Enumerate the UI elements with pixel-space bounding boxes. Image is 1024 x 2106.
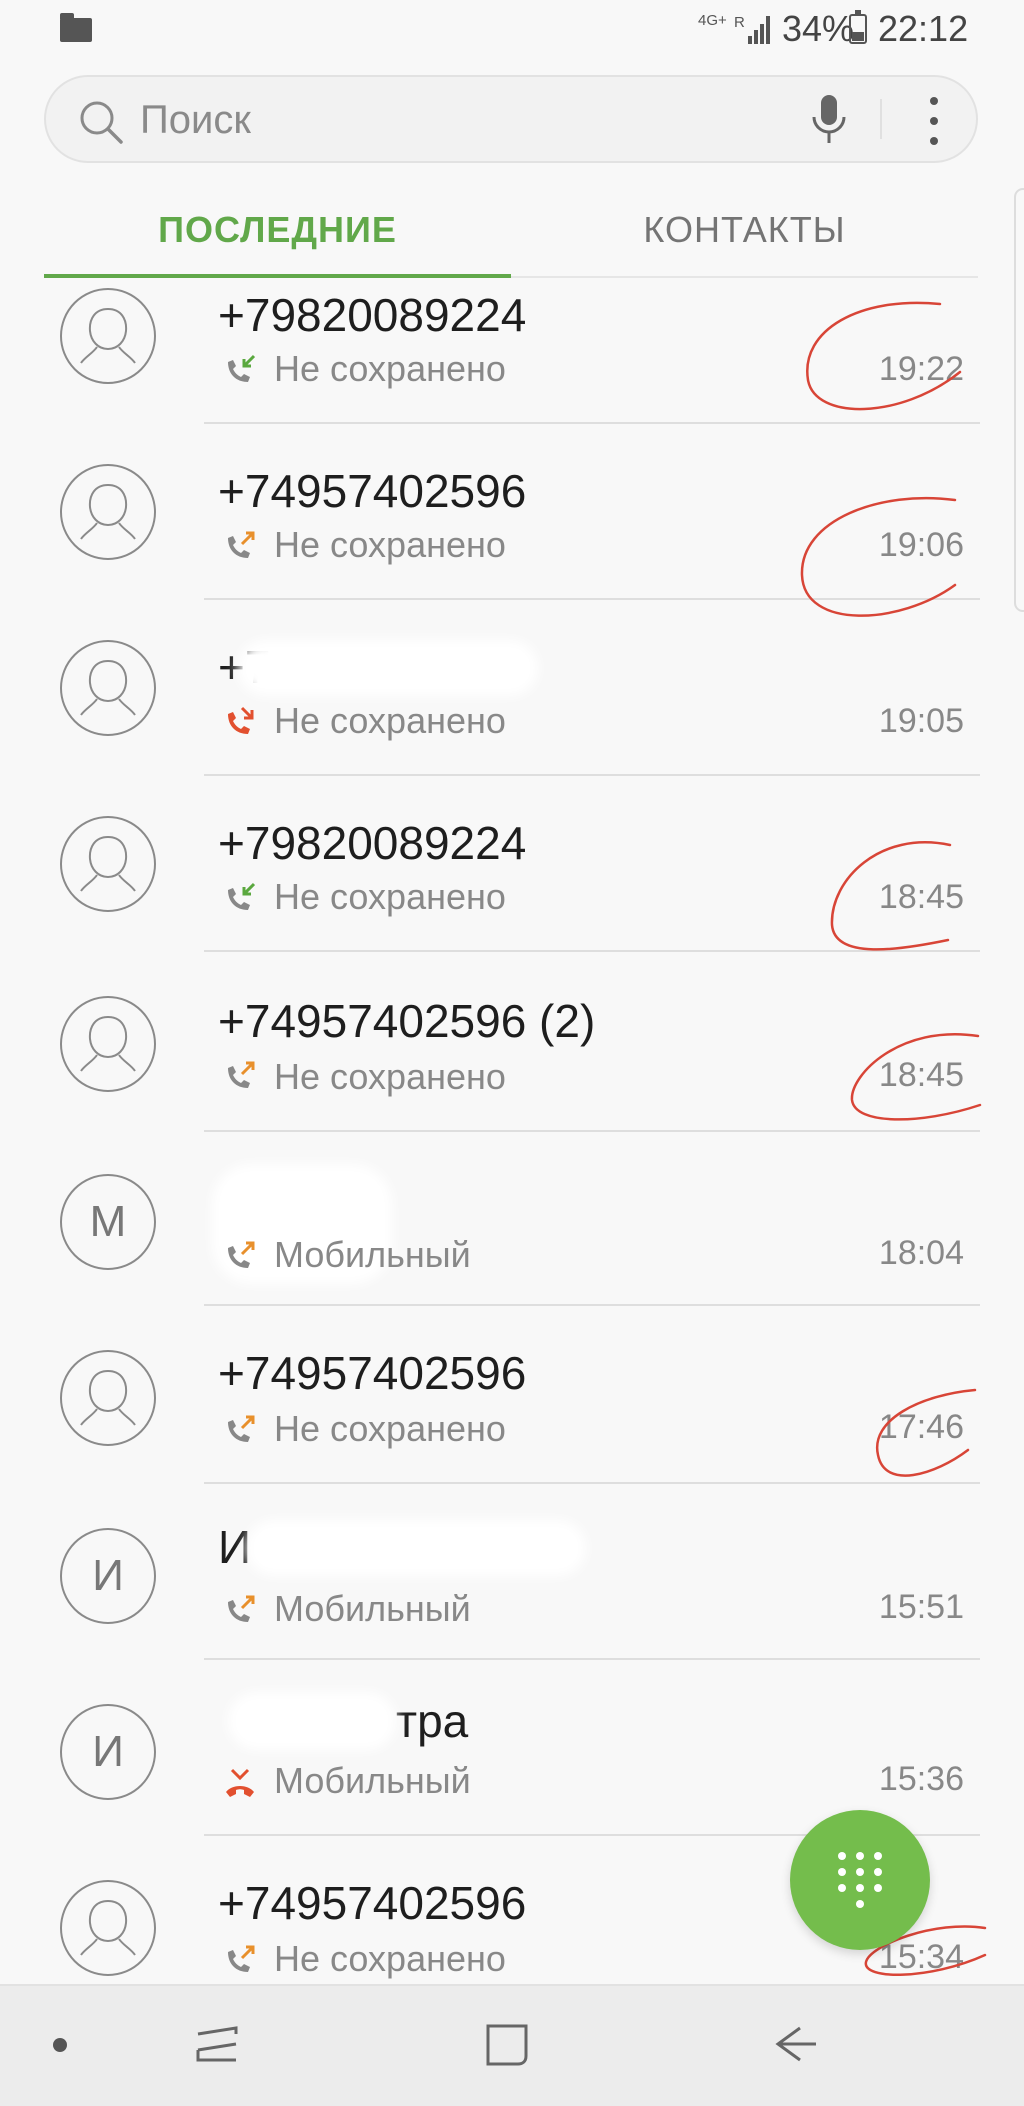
outgoing-call-icon [228, 1415, 255, 1442]
call-time: 19:05 [878, 702, 964, 740]
call-detail: Не сохранено [274, 524, 506, 565]
back-icon[interactable] [766, 2020, 826, 2070]
caller-name: +79820089224 [218, 817, 527, 869]
call-detail: Не сохранено [274, 1408, 506, 1449]
dialpad-button[interactable] [790, 1810, 930, 1950]
outgoing-call-icon [228, 1945, 255, 1972]
person-icon [80, 1369, 136, 1426]
outgoing-call-icon [228, 531, 255, 558]
call-time: 15:51 [878, 1588, 964, 1626]
call-log-row[interactable]: И И Мобильный 15:51 [0, 1484, 1024, 1660]
tab-contacts[interactable]: КОНТАКТЫ [511, 190, 978, 278]
missed-call-icon [228, 706, 254, 734]
outgoing-call-icon [228, 1061, 255, 1088]
contact-avatar [60, 996, 156, 1092]
nav-dot-indicator[interactable] [53, 2038, 67, 2052]
call-detail: Не сохранено [274, 348, 506, 389]
rejected-call-icon [226, 1768, 254, 1797]
outgoing-call-icon [228, 1241, 255, 1268]
call-time: 19:22 [878, 350, 964, 388]
call-log-row[interactable]: +79820089224 Не сохранено 18:45 [0, 776, 1024, 952]
person-icon [80, 659, 136, 716]
person-icon [80, 1015, 136, 1072]
outgoing-call-icon [228, 1595, 255, 1622]
search-separator [880, 99, 882, 139]
person-icon [80, 1899, 136, 1956]
battery-percent: 34% [782, 8, 855, 49]
call-time: 19:06 [878, 526, 964, 564]
search-input[interactable] [138, 77, 742, 163]
call-log-list[interactable]: +79820089224 Не сохранено 19:22 +7495740… [0, 278, 1024, 1984]
caller-name: +74957402596 (2) [218, 995, 596, 1047]
call-detail: Не сохранено [274, 1056, 506, 1097]
person-icon [80, 835, 136, 892]
call-log-row[interactable]: +7 Не сохранено 19:05 [0, 600, 1024, 776]
caller-name: +74957402596 [218, 465, 527, 517]
call-log-row[interactable]: +74957402596 Не сохранено 19:06 [0, 424, 1024, 600]
call-time: 18:45 [878, 1056, 964, 1094]
call-time: 18:04 [878, 1234, 964, 1272]
clock: 22:12 [878, 8, 969, 49]
call-time: 17:46 [878, 1408, 964, 1446]
incoming-call-icon [228, 354, 256, 382]
signal-icon [748, 16, 772, 44]
contact-avatar: М [60, 1174, 156, 1270]
roaming-indicator: R [734, 14, 745, 31]
caller-name: +74957402596 [218, 1347, 527, 1399]
contact-avatar: И [60, 1528, 156, 1624]
contact-avatar [60, 640, 156, 736]
contact-avatar: И [60, 1704, 156, 1800]
microphone-icon[interactable] [809, 93, 849, 149]
contact-avatar [60, 288, 156, 384]
network-type: 4G+ [698, 12, 727, 29]
status-bar: 4G+ R 34% 22:12 [0, 0, 1024, 62]
recent-apps-icon[interactable] [190, 2020, 250, 2070]
call-time: 18:45 [878, 878, 964, 916]
incoming-call-icon [228, 882, 256, 910]
battery-icon [849, 10, 867, 44]
contact-avatar [60, 464, 156, 560]
tab-bar: ПОСЛЕДНИЕ КОНТАКТЫ [44, 190, 978, 278]
redaction-mark [238, 640, 538, 696]
dialpad-icon [838, 1852, 882, 1908]
call-log-row[interactable]: И тра Мобильный 15:36 [0, 1660, 1024, 1836]
more-options-icon[interactable] [924, 95, 944, 147]
search-icon [80, 101, 123, 144]
person-icon [80, 483, 136, 540]
contact-avatar [60, 816, 156, 912]
call-log-row[interactable]: +74957402596 Не сохранено 17:46 [0, 1306, 1024, 1484]
caller-name: +74957402596 [218, 1877, 527, 1929]
navigation-bar [0, 1984, 1024, 2106]
home-icon[interactable] [478, 2020, 538, 2070]
search-bar[interactable] [44, 75, 978, 163]
contact-avatar [60, 1880, 156, 1976]
call-time: 15:36 [878, 1760, 964, 1798]
call-log-row[interactable]: М Мобильный 18:04 [0, 1130, 1024, 1306]
call-log-row[interactable]: +74957402596 (2) Не сохранено 18:45 [0, 952, 1024, 1132]
caller-name: +79820089224 [218, 289, 527, 341]
call-detail: Не сохранено [274, 876, 506, 917]
contact-avatar [60, 1350, 156, 1446]
call-detail: Не сохранено [274, 1938, 506, 1979]
call-detail: Мобильный [274, 1760, 471, 1801]
redaction-mark [246, 1520, 586, 1576]
tab-recent[interactable]: ПОСЛЕДНИЕ [44, 190, 511, 278]
call-time: 15:34 [878, 1938, 964, 1976]
caller-name: тра [396, 1695, 469, 1747]
person-icon [80, 307, 136, 364]
call-detail: Мобильный [274, 1234, 471, 1275]
call-detail: Мобильный [274, 1588, 471, 1629]
folder-icon [60, 13, 92, 42]
call-log-row[interactable]: +79820089224 Не сохранено 19:22 [0, 278, 1024, 424]
call-detail: Не сохранено [274, 700, 506, 741]
redaction-mark [228, 1692, 396, 1750]
